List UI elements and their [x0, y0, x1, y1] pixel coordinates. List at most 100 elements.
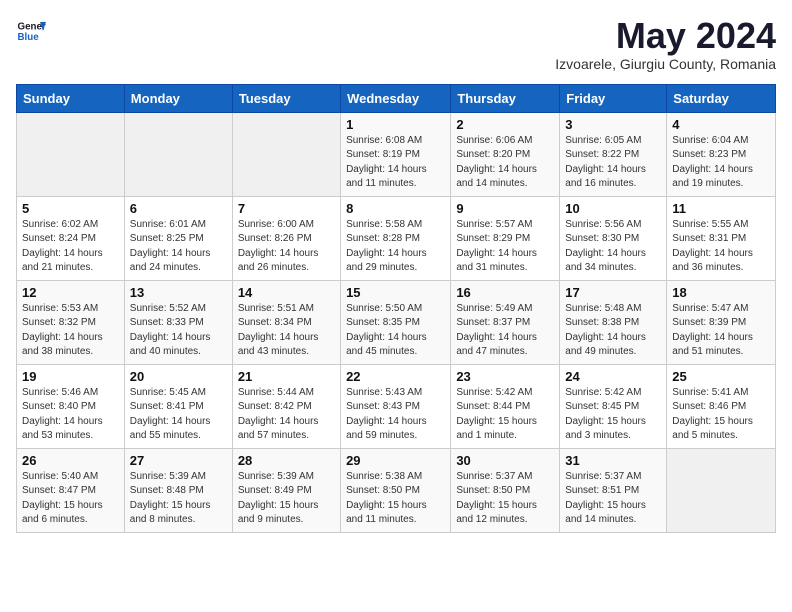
day-info: Sunrise: 5:46 AMSunset: 8:40 PMDaylight:…	[22, 386, 119, 444]
week-row-4: 26Sunrise: 5:40 AMSunset: 8:47 PMDayligh…	[17, 448, 776, 532]
day-number: 14	[238, 285, 335, 300]
day-info: Sunrise: 5:42 AMSunset: 8:45 PMDaylight:…	[565, 386, 661, 444]
day-info: Sunrise: 6:02 AMSunset: 8:24 PMDaylight:…	[22, 218, 119, 276]
day-cell	[667, 448, 776, 532]
day-cell: 11 Sunrise: 5:55 AMSunset: 8:31 PMDayligh…	[667, 196, 776, 280]
location: Izvoarele, Giurgiu County, Romania	[555, 56, 776, 72]
day-cell: 1Sunrise: 6:08 AMSunset: 8:19 PMDaylight…	[341, 112, 451, 196]
day-number: 2	[456, 117, 554, 132]
calendar-body: 1Sunrise: 6:08 AMSunset: 8:19 PMDaylight…	[17, 112, 776, 532]
week-row-2: 12 Sunrise: 5:53 AMSunset: 8:32 PMDayligh…	[17, 280, 776, 364]
day-number: 12	[22, 285, 119, 300]
week-row-3: 19Sunrise: 5:46 AMSunset: 8:40 PMDayligh…	[17, 364, 776, 448]
day-cell: 23 Sunrise: 5:42 AMSunset: 8:44 PMDayligh…	[451, 364, 560, 448]
day-info: Sunrise: 5:58 AMSunset: 8:28 PMDaylight:…	[346, 218, 445, 276]
day-cell: 28 Sunrise: 5:39 AMSunset: 8:49 PMDayligh…	[232, 448, 340, 532]
day-number: 6	[130, 201, 227, 216]
day-cell: 19Sunrise: 5:46 AMSunset: 8:40 PMDayligh…	[17, 364, 125, 448]
day-number: 22	[346, 369, 445, 384]
title-block: May 2024 Izvoarele, Giurgiu County, Roma…	[555, 16, 776, 72]
day-cell: 9Sunrise: 5:57 AMSunset: 8:29 PMDaylight…	[451, 196, 560, 280]
day-cell: 26Sunrise: 5:40 AMSunset: 8:47 PMDayligh…	[17, 448, 125, 532]
day-info: Sunrise: 6:06 AMSunset: 8:20 PMDaylight:…	[456, 134, 554, 192]
day-cell: 25 Sunrise: 5:41 AMSunset: 8:46 PMDayligh…	[667, 364, 776, 448]
day-number: 7	[238, 201, 335, 216]
day-cell: 8Sunrise: 5:58 AMSunset: 8:28 PMDaylight…	[341, 196, 451, 280]
day-info: Sunrise: 5:39 AMSunset: 8:48 PMDaylight:…	[130, 470, 227, 528]
day-cell: 3 Sunrise: 6:05 AMSunset: 8:22 PMDaylight…	[560, 112, 667, 196]
day-info: Sunrise: 5:38 AMSunset: 8:50 PMDaylight:…	[346, 470, 445, 528]
weekday-wednesday: Wednesday	[341, 84, 451, 112]
logo: General Blue	[16, 16, 46, 46]
day-info: Sunrise: 5:37 AMSunset: 8:50 PMDaylight:…	[456, 470, 554, 528]
day-info: Sunrise: 5:48 AMSunset: 8:38 PMDaylight:…	[565, 302, 661, 360]
day-number: 21	[238, 369, 335, 384]
day-cell	[124, 112, 232, 196]
day-number: 11	[672, 201, 770, 216]
day-cell: 14 Sunrise: 5:51 AMSunset: 8:34 PMDayligh…	[232, 280, 340, 364]
day-cell: 16Sunrise: 5:49 AMSunset: 8:37 PMDayligh…	[451, 280, 560, 364]
day-number: 5	[22, 201, 119, 216]
day-info: Sunrise: 6:04 AMSunset: 8:23 PMDaylight:…	[672, 134, 770, 192]
day-cell: 13Sunrise: 5:52 AMSunset: 8:33 PMDayligh…	[124, 280, 232, 364]
day-cell: 7 Sunrise: 6:00 AMSunset: 8:26 PMDaylight…	[232, 196, 340, 280]
day-cell: 15 Sunrise: 5:50 AMSunset: 8:35 PMDayligh…	[341, 280, 451, 364]
day-info: Sunrise: 5:40 AMSunset: 8:47 PMDaylight:…	[22, 470, 119, 528]
day-number: 10	[565, 201, 661, 216]
day-number: 23	[456, 369, 554, 384]
day-cell: 18 Sunrise: 5:47 AMSunset: 8:39 PMDayligh…	[667, 280, 776, 364]
day-info: Sunrise: 5:44 AMSunset: 8:42 PMDaylight:…	[238, 386, 335, 444]
day-number: 15	[346, 285, 445, 300]
weekday-tuesday: Tuesday	[232, 84, 340, 112]
day-cell: 17Sunrise: 5:48 AMSunset: 8:38 PMDayligh…	[560, 280, 667, 364]
day-cell: 12 Sunrise: 5:53 AMSunset: 8:32 PMDayligh…	[17, 280, 125, 364]
logo-icon: General Blue	[16, 16, 46, 46]
month-title: May 2024	[555, 16, 776, 56]
day-info: Sunrise: 5:55 AMSunset: 8:31 PMDaylight:…	[672, 218, 770, 276]
day-number: 31	[565, 453, 661, 468]
weekday-friday: Friday	[560, 84, 667, 112]
svg-text:Blue: Blue	[18, 32, 40, 43]
day-number: 28	[238, 453, 335, 468]
day-info: Sunrise: 5:37 AMSunset: 8:51 PMDaylight:…	[565, 470, 661, 528]
day-cell: 10Sunrise: 5:56 AMSunset: 8:30 PMDayligh…	[560, 196, 667, 280]
day-info: Sunrise: 5:47 AMSunset: 8:39 PMDaylight:…	[672, 302, 770, 360]
day-cell: 4Sunrise: 6:04 AMSunset: 8:23 PMDaylight…	[667, 112, 776, 196]
day-info: Sunrise: 5:53 AMSunset: 8:32 PMDaylight:…	[22, 302, 119, 360]
day-number: 30	[456, 453, 554, 468]
day-info: Sunrise: 5:51 AMSunset: 8:34 PMDaylight:…	[238, 302, 335, 360]
day-cell: 24 Sunrise: 5:42 AMSunset: 8:45 PMDayligh…	[560, 364, 667, 448]
weekday-monday: Monday	[124, 84, 232, 112]
day-number: 13	[130, 285, 227, 300]
day-cell: 20Sunrise: 5:45 AMSunset: 8:41 PMDayligh…	[124, 364, 232, 448]
day-number: 27	[130, 453, 227, 468]
day-info: Sunrise: 5:39 AMSunset: 8:49 PMDaylight:…	[238, 470, 335, 528]
day-info: Sunrise: 6:01 AMSunset: 8:25 PMDaylight:…	[130, 218, 227, 276]
weekday-sunday: Sunday	[17, 84, 125, 112]
day-info: Sunrise: 5:49 AMSunset: 8:37 PMDaylight:…	[456, 302, 554, 360]
day-number: 29	[346, 453, 445, 468]
day-info: Sunrise: 6:08 AMSunset: 8:19 PMDaylight:…	[346, 134, 445, 192]
day-cell: 6 Sunrise: 6:01 AMSunset: 8:25 PMDaylight…	[124, 196, 232, 280]
day-cell: 27 Sunrise: 5:39 AMSunset: 8:48 PMDayligh…	[124, 448, 232, 532]
day-info: Sunrise: 5:42 AMSunset: 8:44 PMDaylight:…	[456, 386, 554, 444]
day-number: 24	[565, 369, 661, 384]
week-row-1: 5 Sunrise: 6:02 AMSunset: 8:24 PMDaylight…	[17, 196, 776, 280]
calendar-table: SundayMondayTuesdayWednesdayThursdayFrid…	[16, 84, 776, 533]
page-header: General Blue May 2024 Izvoarele, Giurgiu…	[16, 16, 776, 72]
day-info: Sunrise: 6:05 AMSunset: 8:22 PMDaylight:…	[565, 134, 661, 192]
day-info: Sunrise: 6:00 AMSunset: 8:26 PMDaylight:…	[238, 218, 335, 276]
day-number: 3	[565, 117, 661, 132]
day-number: 18	[672, 285, 770, 300]
day-cell: 22 Sunrise: 5:43 AMSunset: 8:43 PMDayligh…	[341, 364, 451, 448]
weekday-header-row: SundayMondayTuesdayWednesdayThursdayFrid…	[17, 84, 776, 112]
day-info: Sunrise: 5:41 AMSunset: 8:46 PMDaylight:…	[672, 386, 770, 444]
day-number: 20	[130, 369, 227, 384]
day-cell	[232, 112, 340, 196]
day-info: Sunrise: 5:43 AMSunset: 8:43 PMDaylight:…	[346, 386, 445, 444]
day-info: Sunrise: 5:50 AMSunset: 8:35 PMDaylight:…	[346, 302, 445, 360]
day-number: 25	[672, 369, 770, 384]
day-cell	[17, 112, 125, 196]
day-cell: 29 Sunrise: 5:38 AMSunset: 8:50 PMDayligh…	[341, 448, 451, 532]
day-info: Sunrise: 5:57 AMSunset: 8:29 PMDaylight:…	[456, 218, 554, 276]
